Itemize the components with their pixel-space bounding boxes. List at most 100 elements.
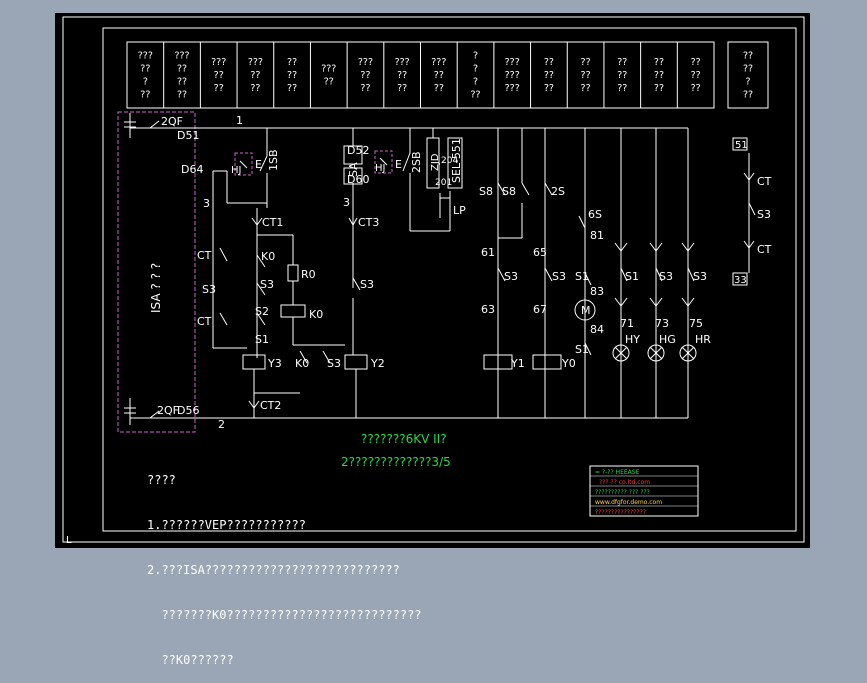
label-71: 71 xyxy=(620,317,634,330)
label-2sb: 2SB xyxy=(410,151,423,173)
label-s2: S2 xyxy=(255,305,269,318)
header-cell-5-line-0: ??? xyxy=(321,64,336,75)
label-s3-e: S3 xyxy=(504,270,518,283)
label-zjd: ZJD xyxy=(430,153,441,171)
label-node-1: 1 xyxy=(236,114,243,127)
label-s3-f: S3 xyxy=(552,270,566,283)
label-2s: 2S xyxy=(551,185,565,198)
label-61: 61 xyxy=(481,246,495,259)
label-s8-a: S8 xyxy=(479,185,493,198)
label-hg: HG xyxy=(659,333,676,346)
header-cell-13-line-0: ?? xyxy=(617,57,627,68)
label-r51: 51 xyxy=(735,140,748,151)
label-s1-c: S1 xyxy=(625,270,639,283)
label-65: 65 xyxy=(533,246,547,259)
header-cell-0-line-2: ? xyxy=(143,77,148,88)
header-cell-3-line-1: ?? xyxy=(250,70,260,81)
label-s3-a: S3 xyxy=(202,283,216,296)
header-cell-2-line-1: ?? xyxy=(214,70,224,81)
header-cell-7-line-2: ?? xyxy=(397,83,407,94)
header-cell-12-line-2: ?? xyxy=(581,83,591,94)
label-k0-c: K0 xyxy=(295,357,309,370)
header-cell-14-line-1: ?? xyxy=(654,70,664,81)
header-cell-11-line-0: ?? xyxy=(544,57,554,68)
header-cell-12-line-1: ?? xyxy=(581,70,591,81)
header-cell-3-line-2: ?? xyxy=(250,83,260,94)
label-s3-c: S3 xyxy=(360,278,374,291)
header-cell-15-line-0: ?? xyxy=(691,57,701,68)
label-hj1: HJ xyxy=(231,165,241,176)
label-63: 63 xyxy=(481,303,495,316)
title-block-row3: ?????????? ??? ??? xyxy=(595,489,650,496)
label-y2: Y2 xyxy=(370,357,385,370)
label-k0-b: K0 xyxy=(309,308,323,321)
title-block-row5: ???????????????? xyxy=(595,509,646,516)
header-cell-6-line-0: ??? xyxy=(358,57,373,68)
label-s1-b: S1 xyxy=(575,270,589,283)
note-line-2: 2.???ISA??????????????????????????? xyxy=(147,563,400,577)
header-cell-7-line-1: ?? xyxy=(397,70,407,81)
label-y1: Y1 xyxy=(510,357,525,370)
header-cell-15-line-1: ?? xyxy=(691,70,701,81)
label-67: 67 xyxy=(533,303,547,316)
label-d64: D64 xyxy=(181,163,203,176)
label-s3-b: S3 xyxy=(260,278,274,291)
diagram-labels: 1 2 3 3 2QF 2QF D51 D56 D64 D52 D60 HJ H… xyxy=(157,114,772,431)
header-cell-12-line-0: ?? xyxy=(581,57,591,68)
header-cell-0-line-3: ?? xyxy=(140,90,150,101)
label-qf-bottom: 2QF xyxy=(157,404,179,417)
note-line-0: ???? xyxy=(147,473,176,487)
header-cell-6-line-1: ?? xyxy=(360,70,370,81)
label-s3-h: S3 xyxy=(693,270,707,283)
note-line-1: 1.??????VEP??????????? xyxy=(147,518,306,532)
label-ct3: CT3 xyxy=(358,216,379,229)
label-201: 201 xyxy=(435,178,452,188)
label-node-3b: 3 xyxy=(343,196,350,209)
label-sa: SA xyxy=(347,162,360,177)
label-m: M xyxy=(581,304,591,317)
label-s1-d: S1 xyxy=(575,343,589,356)
header-cell-8-line-2: ?? xyxy=(434,83,444,94)
header-cell-13-line-1: ?? xyxy=(617,70,627,81)
label-d51: D51 xyxy=(177,129,199,142)
header-cell-8-line-0: ??? xyxy=(431,57,446,68)
header-cell-2-line-2: ?? xyxy=(214,83,224,94)
header-cell-14-line-2: ?? xyxy=(654,83,664,94)
note-line-3: ???????K0??????????????????????????? xyxy=(147,608,422,622)
title-block-row2: ??? ?? co.ltd.com xyxy=(599,479,650,486)
label-83: 83 xyxy=(590,285,604,298)
header-cell-4-line-2: ?? xyxy=(287,83,297,94)
label-81: 81 xyxy=(590,229,604,242)
header-cell-10-line-1: ??? xyxy=(505,70,520,81)
header-cell-9-line-0: ? xyxy=(473,51,478,62)
label-node-2: 2 xyxy=(218,418,225,431)
drawing-canvas: ????????????????????????????????????????… xyxy=(55,13,810,667)
label-y0: Y0 xyxy=(561,357,576,370)
header-cell-16-line-0: ?? xyxy=(743,51,753,62)
label-ct2: CT2 xyxy=(260,399,281,412)
header-cell-11-line-1: ?? xyxy=(544,70,554,81)
corner-mark: L xyxy=(66,535,72,546)
label-ct-b: CT xyxy=(197,315,212,328)
label-84: 84 xyxy=(590,323,604,336)
label-k0-a: K0 xyxy=(261,250,275,263)
label-6s: 6S xyxy=(588,208,602,221)
header-cell-2-line-0: ??? xyxy=(211,57,226,68)
label-s3-g: S3 xyxy=(659,270,673,283)
label-r0: R0 xyxy=(301,268,316,281)
header-cell-15-line-2: ?? xyxy=(691,83,701,94)
label-1sb: 1SB xyxy=(267,149,280,171)
label-s8-b: S8 xyxy=(502,185,516,198)
title-block-row1: = ?-?? HEEASE xyxy=(595,469,640,476)
label-lp: LP xyxy=(453,204,466,217)
header-cell-9-line-2: ? xyxy=(473,77,478,88)
label-node-3a: 3 xyxy=(203,197,210,210)
label-r-ct1: CT xyxy=(757,175,772,188)
header-cell-3-line-0: ??? xyxy=(248,57,263,68)
label-hj2: HJ xyxy=(375,163,385,174)
label-r-s3: S3 xyxy=(757,208,771,221)
label-hr: HR xyxy=(695,333,711,346)
label-73: 73 xyxy=(655,317,669,330)
label-s3-d: S3 xyxy=(327,357,341,370)
header-cell-4-line-1: ?? xyxy=(287,70,297,81)
